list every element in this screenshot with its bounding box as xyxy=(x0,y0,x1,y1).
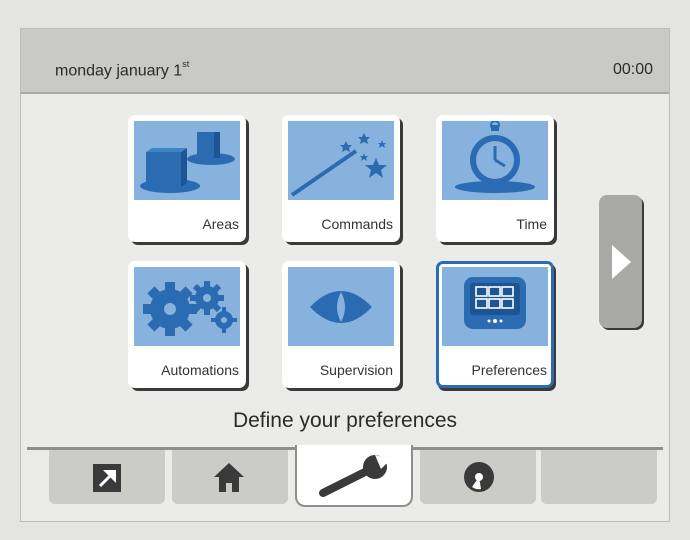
gears-icon xyxy=(143,281,237,336)
tile-automations[interactable]: Automations xyxy=(128,261,246,388)
tile-commands[interactable]: Commands xyxy=(282,115,400,242)
areas-icon xyxy=(140,132,235,193)
date-display: monday january 1st xyxy=(55,59,190,80)
next-page-button[interactable] xyxy=(599,195,642,328)
tile-label: Commands xyxy=(321,216,393,232)
date-text: monday january 1 xyxy=(55,62,183,80)
tile-label: Areas xyxy=(202,216,239,232)
home-icon xyxy=(214,463,244,492)
tile-areas[interactable]: Areas xyxy=(128,115,246,242)
tile-label: Automations xyxy=(161,362,239,378)
device-screen: monday january 1st 00:00 Areas Commands … xyxy=(20,28,670,522)
tile-label: Preferences xyxy=(471,362,547,378)
tab-empty xyxy=(541,450,657,504)
tile-art xyxy=(442,267,548,346)
tile-art xyxy=(288,267,394,346)
tile-label: Time xyxy=(516,216,547,232)
tile-supervision[interactable]: Supervision xyxy=(282,261,400,388)
magic-wand-icon xyxy=(290,133,387,197)
clock-display: 00:00 xyxy=(612,61,653,78)
stopwatch-icon xyxy=(455,121,535,193)
tab-home[interactable] xyxy=(172,450,288,504)
tile-art xyxy=(134,121,240,200)
tile-label: Supervision xyxy=(319,362,393,378)
date-ordinal-suffix: st xyxy=(182,59,190,69)
tab-shortcuts[interactable] xyxy=(49,450,165,504)
tile-art xyxy=(134,267,240,346)
tab-settings[interactable] xyxy=(295,445,413,507)
chevron-right-icon xyxy=(612,245,631,279)
tile-time[interactable]: Time xyxy=(436,115,554,242)
disc-icon xyxy=(464,462,494,492)
tile-art xyxy=(442,121,548,200)
tile-preferences[interactable]: Preferences xyxy=(436,261,554,388)
shortcut-arrow-icon xyxy=(93,464,121,492)
tab-media[interactable] xyxy=(420,450,536,504)
tile-art xyxy=(288,121,394,200)
status-header: monday january 1st 00:00 xyxy=(21,29,669,94)
eye-icon xyxy=(310,291,372,323)
keypad-icon xyxy=(464,277,526,329)
wrench-icon xyxy=(319,455,391,497)
page-caption: Define your preferences xyxy=(232,409,458,432)
